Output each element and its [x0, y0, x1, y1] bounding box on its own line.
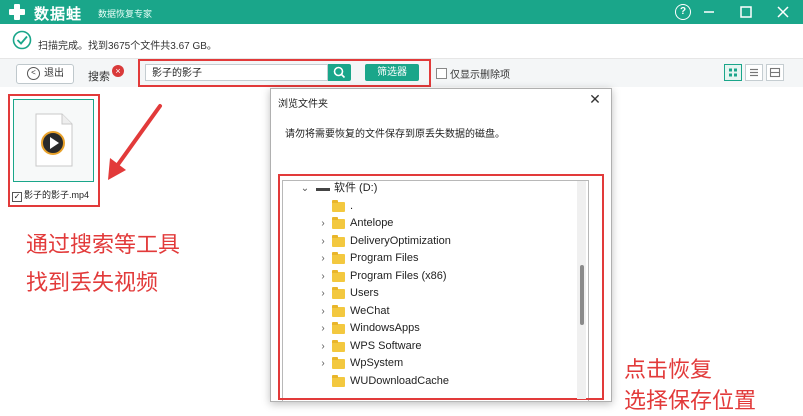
back-arrow-icon: <	[27, 66, 40, 80]
annotation-right-line2: 选择保存位置	[624, 388, 757, 413]
search-icon	[333, 66, 346, 79]
expand-chevron-icon[interactable]: ›	[318, 285, 328, 302]
expand-chevron-icon[interactable]: ›	[318, 338, 328, 355]
back-button[interactable]: < 退出	[16, 64, 74, 84]
folder-label: DeliveryOptimization	[350, 235, 451, 247]
only-deleted-checkbox[interactable]	[436, 68, 447, 79]
expand-chevron-icon[interactable]: ›	[318, 250, 328, 267]
scan-status-text: 扫描完成。找到3675个文件共3.67 GB。	[38, 41, 217, 52]
list-view-icon	[750, 68, 758, 77]
maximize-icon[interactable]	[737, 3, 755, 21]
search-input[interactable]: 影子的影子	[145, 64, 328, 81]
list-view-button[interactable]	[745, 64, 763, 81]
file-item[interactable]: ✓ 影子的影子.mp4	[12, 188, 89, 202]
dialog-close-icon[interactable]: ✕	[586, 90, 604, 108]
expand-chevron-icon[interactable]: ›	[318, 320, 328, 337]
folder-label: Program Files (x86)	[350, 270, 447, 282]
only-deleted-toggle[interactable]: 仅显示删除项	[436, 66, 510, 81]
folder-icon	[332, 357, 345, 369]
folder-icon	[332, 217, 345, 229]
expand-chevron-icon[interactable]: ›	[318, 268, 328, 285]
file-name: 影子的影子.mp4	[24, 190, 90, 200]
folder-icon	[332, 200, 345, 212]
tree-scrollbar-thumb[interactable]	[580, 265, 584, 325]
detail-view-button[interactable]	[766, 64, 784, 81]
folder-icon	[332, 375, 345, 387]
search-label: 搜索	[88, 71, 110, 83]
folder-icon	[332, 322, 345, 334]
annotation-left-line2: 找到丢失视频	[26, 270, 159, 295]
filter-button[interactable]: 筛选器	[365, 64, 419, 81]
app-logo-icon	[9, 4, 25, 20]
grid-view-icon	[729, 68, 737, 77]
check-circle-icon	[12, 30, 32, 50]
expand-chevron-icon[interactable]: ›	[318, 355, 328, 372]
video-file-icon	[35, 113, 73, 167]
folder-label: WPS Software	[350, 340, 422, 352]
folder-icon	[332, 270, 345, 282]
folder-label: WindowsApps	[350, 322, 420, 334]
only-deleted-label: 仅显示删除项	[450, 70, 510, 81]
dialog-title: 浏览文件夹	[278, 99, 328, 110]
folder-icon	[332, 340, 345, 352]
expand-chevron-icon[interactable]: ›	[318, 303, 328, 320]
grid-view-button[interactable]	[724, 64, 742, 81]
drive-icon	[316, 188, 330, 191]
minimize-icon[interactable]	[700, 3, 718, 21]
annotation-right-line1: 点击恢复	[624, 357, 713, 382]
status-bar: 扫描完成。找到3675个文件共3.67 GB。	[0, 24, 803, 58]
folder-icon	[332, 235, 345, 247]
folder-label: Users	[350, 287, 379, 299]
search-button[interactable]	[328, 64, 351, 81]
folder-label: Program Files	[350, 252, 419, 264]
file-checkbox[interactable]: ✓	[12, 192, 22, 202]
dialog-warning-message: 请勿将需要恢复的文件保存到原丢失数据的磁盘。	[285, 129, 505, 140]
close-icon[interactable]	[774, 3, 792, 21]
folder-label: .	[350, 200, 354, 212]
clear-search-icon[interactable]: ×	[112, 65, 124, 77]
folder-label: WUDownloadCache	[350, 375, 450, 387]
annotation-left-line1: 通过搜索等工具	[26, 232, 181, 257]
folder-label: Antelope	[350, 217, 394, 229]
back-button-label: 退出	[44, 68, 64, 79]
folder-label: WeChat	[350, 305, 390, 317]
app-subtitle: 数据恢复专家	[98, 9, 153, 19]
collapse-chevron-icon[interactable]: ⌄	[300, 180, 310, 197]
folder-icon	[332, 252, 345, 264]
expand-chevron-icon[interactable]: ›	[318, 233, 328, 250]
folder-icon	[332, 287, 345, 299]
red-arrow-annotation	[108, 104, 162, 180]
folder-label: WpSystem	[350, 357, 404, 369]
help-icon[interactable]: ?	[675, 4, 691, 20]
file-thumbnail[interactable]	[13, 99, 94, 182]
folder-icon	[332, 305, 345, 317]
expand-chevron-icon[interactable]: ›	[318, 215, 328, 232]
app-name: 数据蛙	[34, 6, 83, 23]
title-bar: 数据蛙 数据恢复专家 ?	[0, 0, 803, 24]
detail-view-icon	[769, 67, 781, 78]
drive-label: 软件 (D:)	[334, 182, 378, 194]
